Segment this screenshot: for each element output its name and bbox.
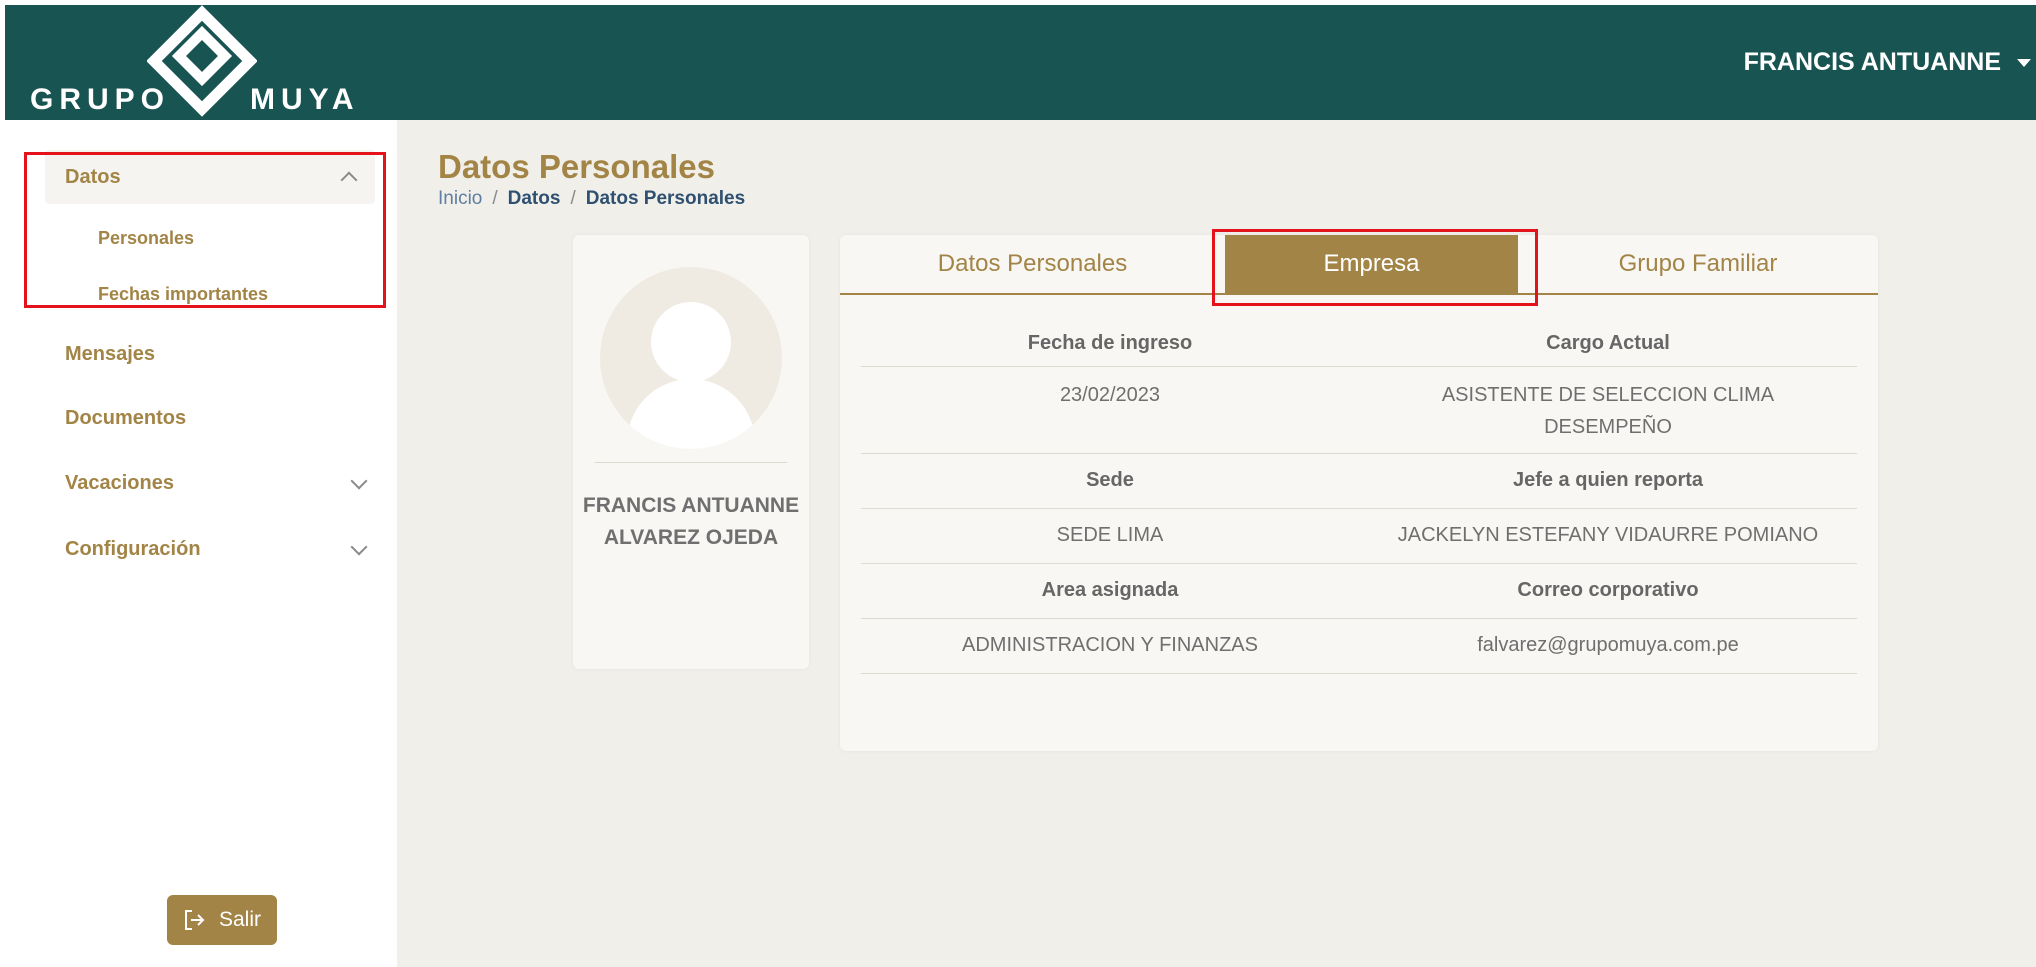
field-value-row: 23/02/2023 ASISTENTE DE SELECCION CLIMA … (861, 367, 1857, 454)
card-divider (595, 462, 787, 463)
field-header-row: Sede Jefe a quien reporta (861, 454, 1857, 509)
sidebar-item-vacaciones[interactable]: Vacaciones (65, 472, 368, 495)
breadcrumb-inicio[interactable]: Inicio (438, 188, 482, 210)
profile-name: FRANCIS ANTUANNE ALVAREZ OJEDA (582, 494, 800, 549)
tab-datos-personales[interactable]: Datos Personales (840, 235, 1225, 293)
field-value-row: ADMINISTRACION Y FINANZAS falvarez@grupo… (861, 619, 1857, 674)
avatar (600, 267, 782, 449)
breadcrumb-datos[interactable]: Datos (508, 188, 561, 210)
logout-button[interactable]: Salir (167, 895, 277, 945)
field-label-area: Area asignada (1041, 579, 1179, 601)
main-content: Datos Personales Inicio / Datos / Datos … (397, 120, 2036, 967)
grupo-muya-logo[interactable]: GRUPO MUYA (25, 5, 385, 120)
field-label-fecha-ingreso: Fecha de ingreso (1027, 332, 1193, 354)
sidebar-item-mensajes[interactable]: Mensajes (65, 343, 365, 366)
field-label-cargo-actual: Cargo Actual (1546, 332, 1670, 354)
user-menu[interactable]: FRANCIS ANTUANNE (1744, 5, 2036, 120)
page-title: Datos Personales (438, 148, 715, 185)
field-value-jefe: JACKELYN ESTEFANY VIDAURRE POMIANO (1397, 524, 1819, 546)
chevron-down-icon (350, 538, 368, 555)
field-value-area: ADMINISTRACION Y FINANZAS (962, 634, 1258, 656)
logo-text-right: MUYA (250, 83, 360, 116)
profile-card: FRANCIS ANTUANNE ALVAREZ OJEDA (573, 235, 809, 669)
sidebar: Datos Personales Fechas importantes Mens… (5, 120, 397, 967)
avatar-body-icon (627, 379, 755, 449)
app-root: GRUPO MUYA FRANCIS ANTUANNE Datos Person… (0, 0, 2036, 967)
avatar-head-icon (651, 302, 731, 382)
sidebar-subitem-fechas-importantes[interactable]: Fechas importantes (98, 284, 268, 305)
chevron-up-icon (340, 171, 358, 189)
logout-icon (184, 910, 205, 930)
field-label-jefe: Jefe a quien reporta (1512, 469, 1704, 491)
field-label-correo: Correo corporativo (1517, 579, 1699, 601)
logout-label: Salir (218, 908, 261, 931)
sidebar-group-label: Datos (65, 165, 121, 188)
info-card: Datos Personales Empresa Grupo Familiar … (840, 235, 1878, 751)
field-value-correo: falvarez@grupomuya.com.pe (1477, 634, 1739, 656)
sidebar-item-configuracion[interactable]: Configuración (65, 538, 368, 561)
sidebar-subitem-personales[interactable]: Personales (98, 228, 194, 249)
user-name: FRANCIS ANTUANNE (1743, 48, 2001, 76)
breadcrumb-separator: / (492, 188, 498, 209)
field-value-sede: SEDE LIMA (1056, 524, 1164, 546)
tab-grupo-familiar[interactable]: Grupo Familiar (1518, 235, 1878, 293)
field-header-row: Area asignada Correo corporativo (861, 564, 1857, 619)
caret-down-icon (2017, 58, 2031, 67)
sidebar-item-documentos[interactable]: Documentos (65, 407, 365, 430)
tab-bar: Datos Personales Empresa Grupo Familiar (840, 235, 1878, 295)
chevron-down-icon (350, 472, 368, 489)
field-value-cargo-actual: ASISTENTE DE SELECCION CLIMA DESEMPEÑO (1441, 384, 1775, 438)
sidebar-item-label: Documentos (65, 407, 187, 429)
logo-diamond-icon (147, 5, 257, 117)
breadcrumb-separator: / (570, 188, 576, 209)
top-bar: GRUPO MUYA FRANCIS ANTUANNE (5, 5, 2036, 120)
breadcrumb: Inicio / Datos / Datos Personales (438, 188, 745, 210)
field-value-row: SEDE LIMA JACKELYN ESTEFANY VIDAURRE POM… (861, 509, 1857, 564)
sidebar-item-label: Mensajes (65, 343, 156, 365)
field-label-sede: Sede (1086, 469, 1134, 491)
tab-empresa[interactable]: Empresa (1225, 235, 1518, 293)
field-header-row: Fecha de ingreso Cargo Actual (861, 323, 1857, 367)
breadcrumb-datos-personales: Datos Personales (585, 188, 746, 209)
sidebar-item-label: Vacaciones (65, 472, 174, 494)
field-value-fecha-ingreso: 23/02/2023 (1059, 384, 1161, 406)
sidebar-item-label: Configuración (65, 538, 201, 560)
sidebar-group-datos[interactable]: Datos (45, 150, 375, 204)
